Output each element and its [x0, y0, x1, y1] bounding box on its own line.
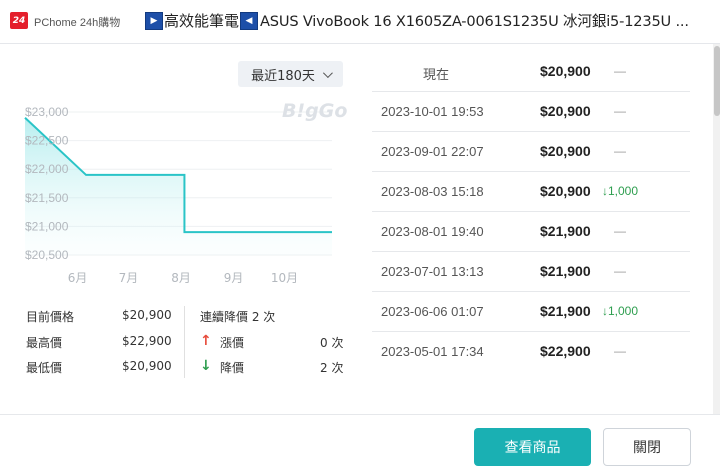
trend-up-label: 漲價: [220, 336, 245, 350]
product-header: 24 PChome 24h購物 ▶ 高效能筆電 ◀ ASUS VivoBook …: [0, 0, 720, 44]
history-date: 2023-08-03 15:18: [381, 184, 484, 199]
x-tick-label: 7月: [119, 271, 139, 285]
history-date: 2023-06-06 01:07: [381, 304, 484, 319]
price-area: [25, 117, 332, 255]
history-change: ↓1,000: [602, 184, 638, 198]
history-change-amount: 1,000: [608, 184, 639, 198]
history-date: 2023-08-01 19:40: [381, 224, 484, 239]
history-price: $20,900: [540, 63, 591, 79]
stat-max-label: 最高價: [26, 336, 63, 350]
stat-min-label: 最低價: [26, 361, 63, 375]
history-price: $20,900: [540, 103, 591, 119]
trend-up-count: 0 次: [320, 336, 344, 350]
trend-down-label: 降價: [220, 361, 245, 375]
x-tick-label: 9月: [224, 271, 244, 285]
y-tick-label: $20,500: [25, 248, 69, 262]
history-price: $20,900: [540, 183, 591, 199]
footer-divider: [0, 414, 720, 415]
history-row: 2023-06-06 01:07 $21,900 ↓1,000: [372, 292, 690, 332]
y-tick-label: $21,500: [25, 191, 69, 205]
chevron-down-icon: [322, 67, 333, 78]
scrollbar-thumb[interactable]: [714, 46, 720, 116]
range-dropdown-label: 最近180天: [251, 68, 315, 84]
history-date: 2023-10-01 19:53: [381, 104, 484, 119]
history-row: 現在 $20,900 —: [372, 52, 690, 92]
history-change: ↓1,000: [602, 304, 638, 318]
x-tick-label: 10月: [271, 271, 298, 285]
history-date: 2023-09-01 22:07: [381, 144, 484, 159]
biggo-watermark: B!gGo: [282, 100, 348, 122]
pchome-logo-icon: 24: [10, 12, 28, 29]
history-change: —: [614, 144, 626, 158]
price-history-chart: $23,000 $22,500 $22,000 $21,500 $21,000 $20,5…: [24, 105, 332, 285]
history-change-amount: 1,000: [608, 304, 639, 318]
trend-title: 連續降價 2 次: [200, 310, 276, 324]
history-change: —: [614, 264, 626, 278]
history-date: 2023-05-01 17:34: [381, 344, 484, 359]
stat-current-value: $20,900: [122, 308, 172, 322]
history-change: —: [614, 224, 626, 238]
history-price: $21,900: [540, 303, 591, 319]
play-right-icon: ▶: [145, 11, 163, 30]
history-price: $22,900: [540, 343, 591, 359]
history-price: $21,900: [540, 263, 591, 279]
view-product-button[interactable]: 查看商品: [474, 428, 591, 466]
y-tick-label: $23,000: [25, 105, 69, 119]
y-tick-label: $22,000: [25, 162, 69, 176]
history-price: $21,900: [540, 223, 591, 239]
close-button[interactable]: 關閉: [603, 428, 691, 466]
range-dropdown[interactable]: 最近180天: [238, 61, 343, 87]
store-name: PChome 24h購物: [34, 17, 121, 29]
history-date: 2023-07-01 13:13: [381, 264, 484, 279]
history-row: 2023-09-01 22:07 $20,900 —: [372, 132, 690, 172]
y-tick-label: $21,000: [25, 219, 69, 233]
history-price: $20,900: [540, 143, 591, 159]
play-left-icon: ◀: [240, 11, 259, 30]
stat-min-value: $20,900: [122, 359, 172, 373]
y-tick-label: $22,500: [25, 134, 69, 148]
x-tick-label: 6月: [68, 271, 88, 285]
stats-divider: [184, 306, 185, 378]
history-row: 2023-07-01 13:13 $21,900 —: [372, 252, 690, 292]
x-tick-label: 8月: [171, 271, 191, 285]
product-title-bar: ▶ 高效能筆電 ◀ ASUS VivoBook 16 X1605ZA-0061S…: [145, 10, 689, 31]
product-category: 高效能筆電: [164, 12, 240, 30]
stat-max-value: $22,900: [122, 334, 172, 348]
history-row: 2023-10-01 19:53 $20,900 —: [372, 92, 690, 132]
history-row: 2023-05-01 17:34 $22,900 —: [372, 332, 690, 372]
history-date: 現在: [423, 67, 450, 82]
history-row: 2023-08-01 19:40 $21,900 —: [372, 212, 690, 252]
arrow-up-icon: ↑: [200, 333, 212, 349]
stat-current-label: 目前價格: [26, 310, 75, 324]
history-change: —: [614, 64, 626, 78]
arrow-down-icon: ↓: [200, 358, 212, 374]
trend-down-count: 2 次: [320, 361, 344, 375]
product-title: ASUS VivoBook 16 X1605ZA-0061S1235U 冰河銀i…: [260, 13, 689, 30]
history-row: 2023-08-03 15:18 $20,900 ↓1,000: [372, 172, 690, 212]
history-change: —: [614, 104, 626, 118]
history-change: —: [614, 344, 626, 358]
